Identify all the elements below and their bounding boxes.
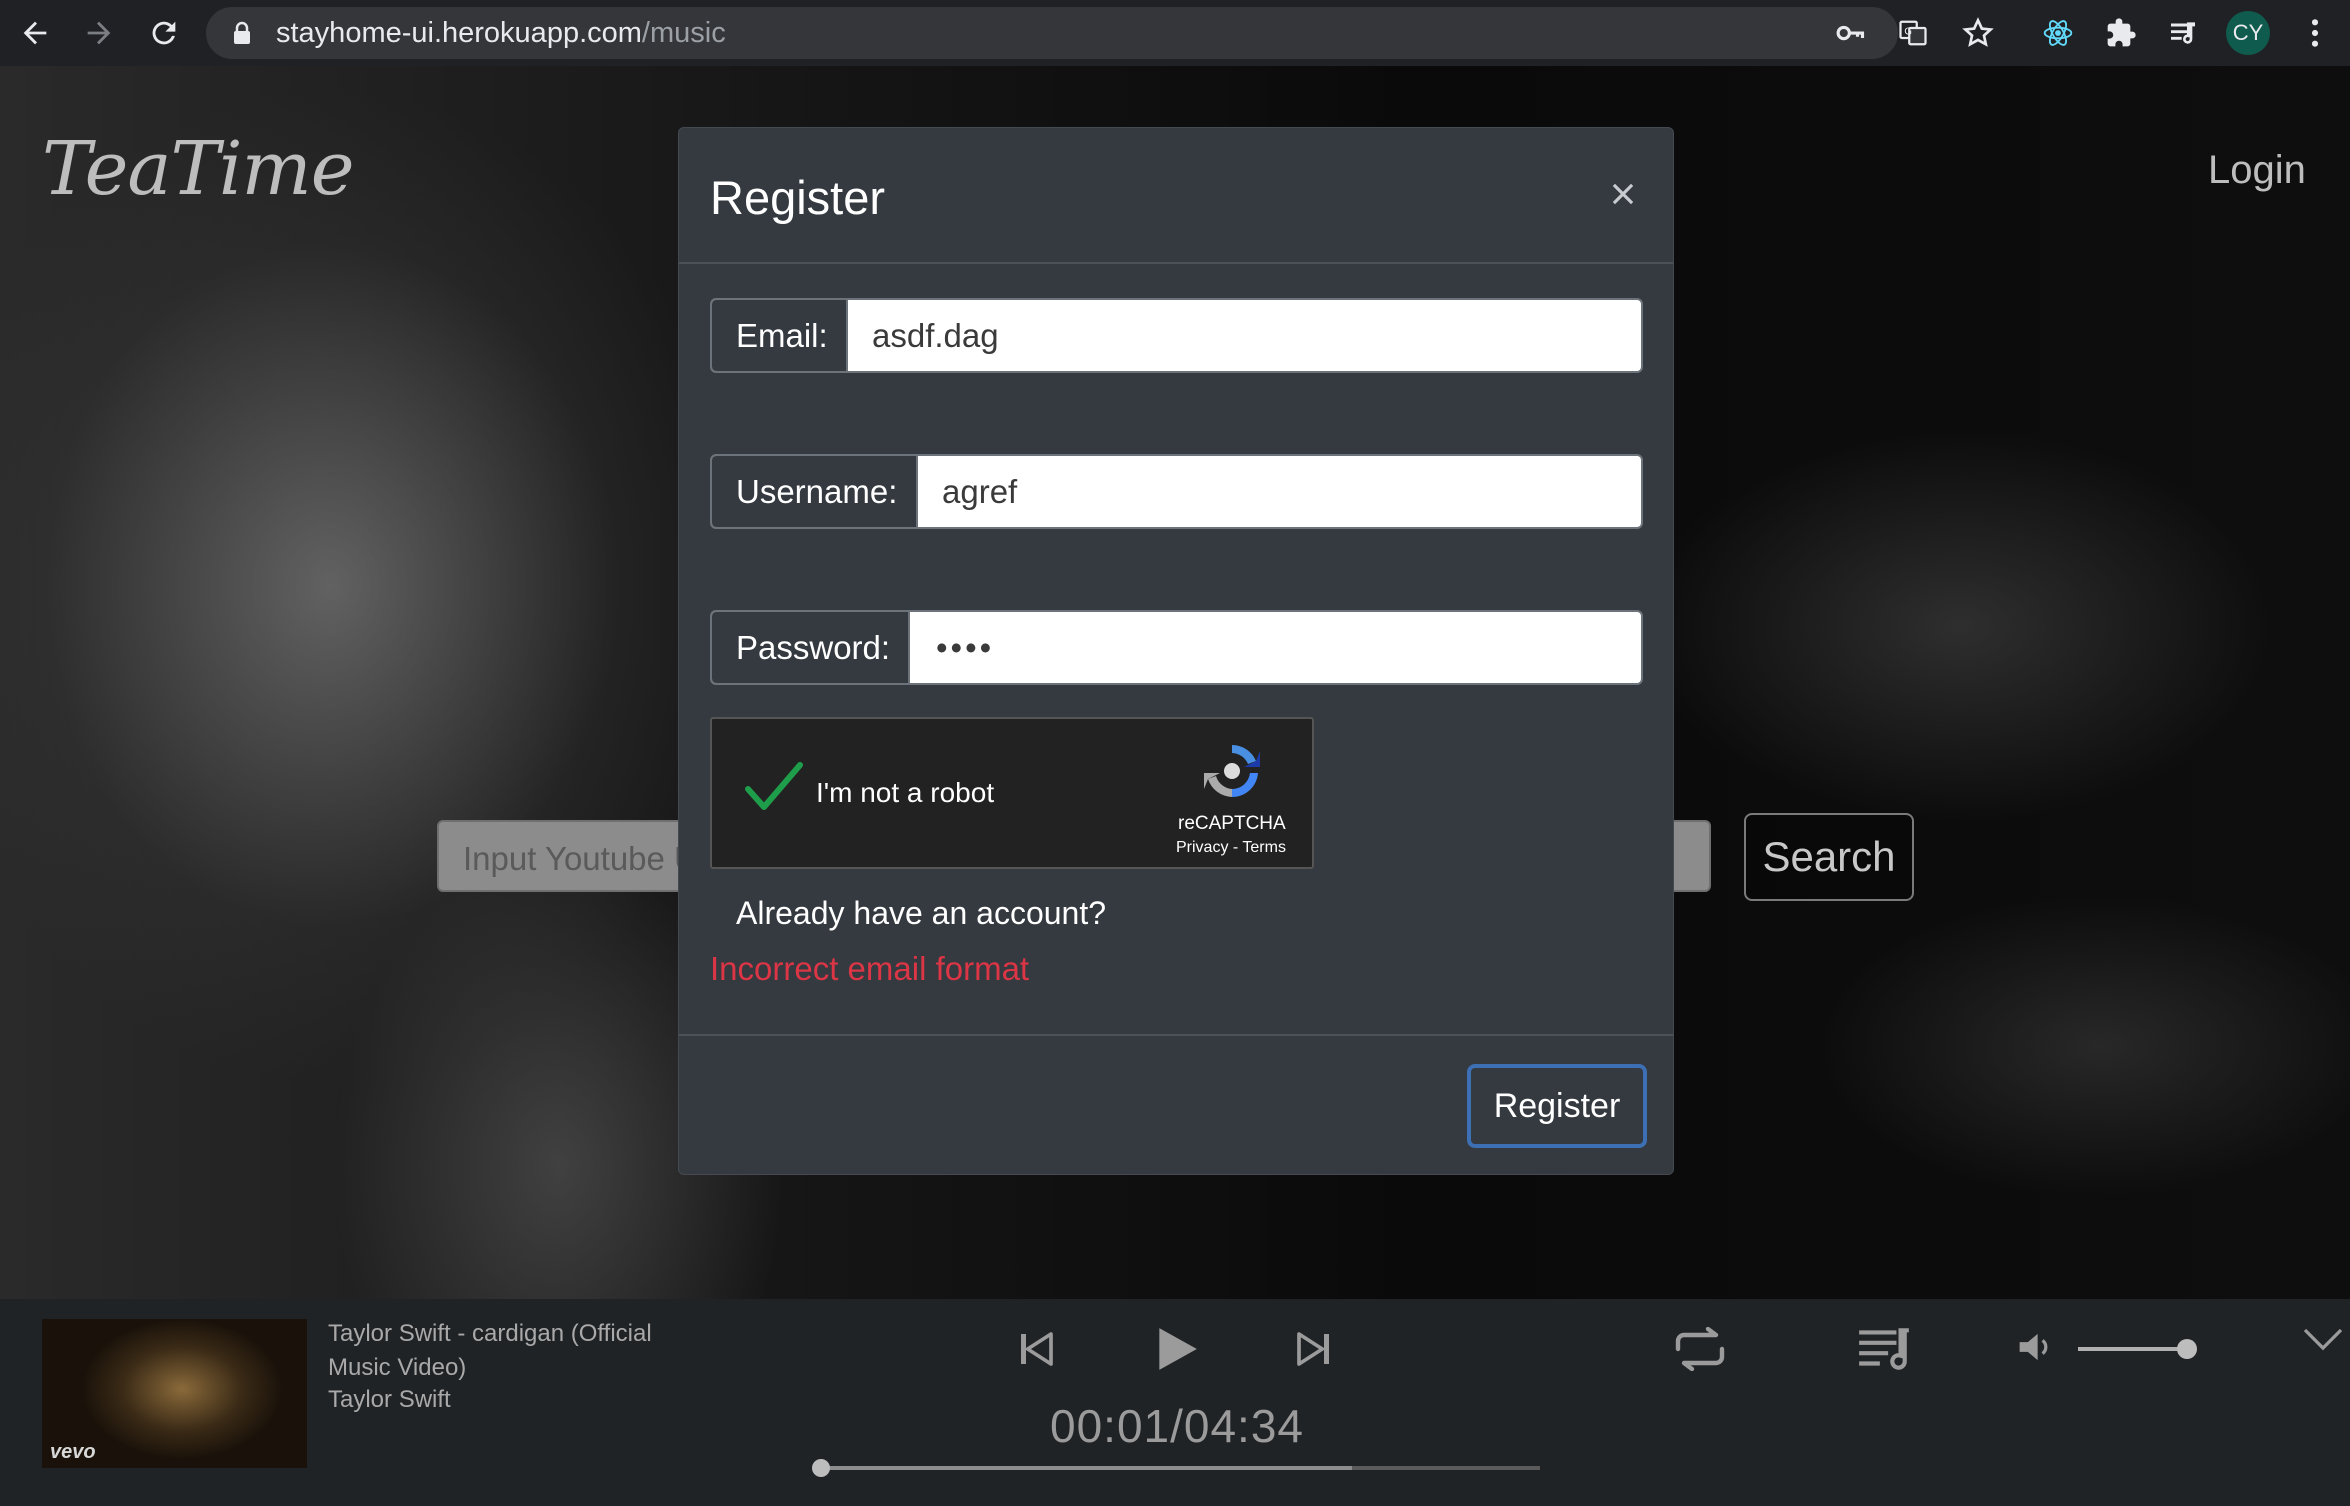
- bookmark-button[interactable]: [1953, 8, 2003, 58]
- recaptcha-widget[interactable]: I'm not a robot reCAPTCHA Privacy - Term…: [710, 717, 1314, 869]
- register-modal: Register Email: asdf.dag Username: agref…: [678, 127, 1674, 1175]
- email-input[interactable]: asdf.dag: [872, 300, 999, 371]
- previous-track-button[interactable]: [1010, 1323, 1062, 1375]
- translate-button[interactable]: G: [1888, 8, 1938, 58]
- username-input[interactable]: agref: [942, 456, 1017, 527]
- url-text: stayhome-ui.herokuapp.com/music: [276, 17, 726, 49]
- browser-toolbar: stayhome-ui.herokuapp.com/music G CY: [0, 0, 2350, 66]
- modal-footer-divider: [679, 1034, 1673, 1036]
- url-host: stayhome-ui.herokuapp.com: [276, 17, 642, 49]
- play-button[interactable]: [1146, 1319, 1206, 1379]
- back-icon: [23, 21, 47, 45]
- modal-header: Register: [679, 128, 1673, 264]
- recaptcha-links[interactable]: Privacy - Terms: [1176, 839, 1286, 857]
- site-logo[interactable]: TeaTime: [42, 126, 355, 212]
- svg-text:G: G: [1904, 26, 1912, 37]
- song-artist: Taylor Swift: [328, 1386, 451, 1413]
- play-icon: [1159, 1328, 1197, 1370]
- extensions-button[interactable]: [2096, 8, 2146, 58]
- back-button[interactable]: [8, 6, 62, 60]
- register-button[interactable]: Register: [1467, 1064, 1647, 1148]
- media-queue-button[interactable]: [2158, 8, 2208, 58]
- browser-menu-button[interactable]: [2290, 8, 2340, 58]
- star-icon: [1962, 17, 1994, 47]
- time-display: 00:01/04:34: [1050, 1400, 1305, 1452]
- song-thumbnail[interactable]: vevo: [42, 1319, 307, 1468]
- translate-icon: G: [1899, 20, 1927, 46]
- password-label: Password:: [712, 612, 910, 683]
- next-track-button[interactable]: [1288, 1323, 1340, 1375]
- search-button[interactable]: Search: [1744, 813, 1914, 901]
- address-bar[interactable]: stayhome-ui.herokuapp.com/music: [206, 7, 1898, 59]
- password-key-button[interactable]: [1825, 8, 1875, 58]
- repeat-button[interactable]: [1670, 1323, 1730, 1375]
- captcha-label: I'm not a robot: [816, 777, 995, 808]
- next-track-icon: [1297, 1332, 1329, 1366]
- progress-bar[interactable]: [818, 1466, 1540, 1470]
- email-label: Email:: [712, 300, 848, 371]
- reload-button[interactable]: [137, 6, 191, 60]
- progress-buffered: [818, 1466, 1352, 1470]
- url-path: /music: [641, 17, 726, 49]
- previous-track-icon: [1021, 1332, 1053, 1366]
- lock-icon: [234, 21, 250, 44]
- volume-button[interactable]: [2014, 1325, 2058, 1369]
- menu-dots-icon: [2311, 19, 2319, 47]
- queue-icon: [2171, 22, 2195, 44]
- username-label: Username:: [712, 456, 918, 527]
- playlist-icon: [1859, 1328, 1909, 1370]
- already-account-link[interactable]: Already have an account?: [736, 895, 1106, 932]
- search-placeholder: Input Youtube U: [463, 840, 698, 877]
- react-icon: [2043, 20, 2073, 46]
- song-title: Taylor Swift - cardigan (Official Music …: [328, 1320, 652, 1381]
- collapse-player-button[interactable]: [2300, 1319, 2346, 1359]
- close-icon: [1612, 183, 1634, 205]
- profile-avatar[interactable]: CY: [2226, 11, 2270, 55]
- checkmark-icon[interactable]: [744, 761, 804, 813]
- password-input[interactable]: ••••: [936, 612, 994, 683]
- password-field: Password: ••••: [710, 610, 1643, 685]
- modal-title: Register: [710, 171, 886, 224]
- repeat-icon: [1675, 1327, 1725, 1371]
- close-button[interactable]: [1603, 174, 1643, 214]
- email-field: Email: asdf.dag: [710, 298, 1643, 373]
- recaptcha-brand: reCAPTCHA: [1178, 813, 1286, 834]
- reload-icon: [152, 21, 176, 45]
- login-link[interactable]: Login: [2208, 148, 2306, 193]
- volume-slider[interactable]: [2078, 1347, 2188, 1351]
- react-devtools-button[interactable]: [2033, 8, 2083, 58]
- volume-icon: [2019, 1333, 2048, 1361]
- puzzle-icon: [2107, 18, 2136, 47]
- forward-icon: [87, 21, 111, 45]
- chevron-down-icon: [2303, 1328, 2343, 1351]
- forward-button[interactable]: [72, 6, 126, 60]
- error-message: Incorrect email format: [710, 950, 1030, 987]
- playlist-button[interactable]: [1852, 1319, 1916, 1379]
- progress-knob[interactable]: [812, 1459, 830, 1477]
- volume-knob[interactable]: [2177, 1339, 2197, 1359]
- music-player-bar: vevo Taylor Swift - cardigan (Official M…: [0, 1299, 2350, 1506]
- key-icon: [1836, 25, 1865, 41]
- vevo-badge: vevo: [50, 1441, 96, 1463]
- username-field: Username: agref: [710, 454, 1643, 529]
- recaptcha-logo-icon: [1204, 745, 1260, 798]
